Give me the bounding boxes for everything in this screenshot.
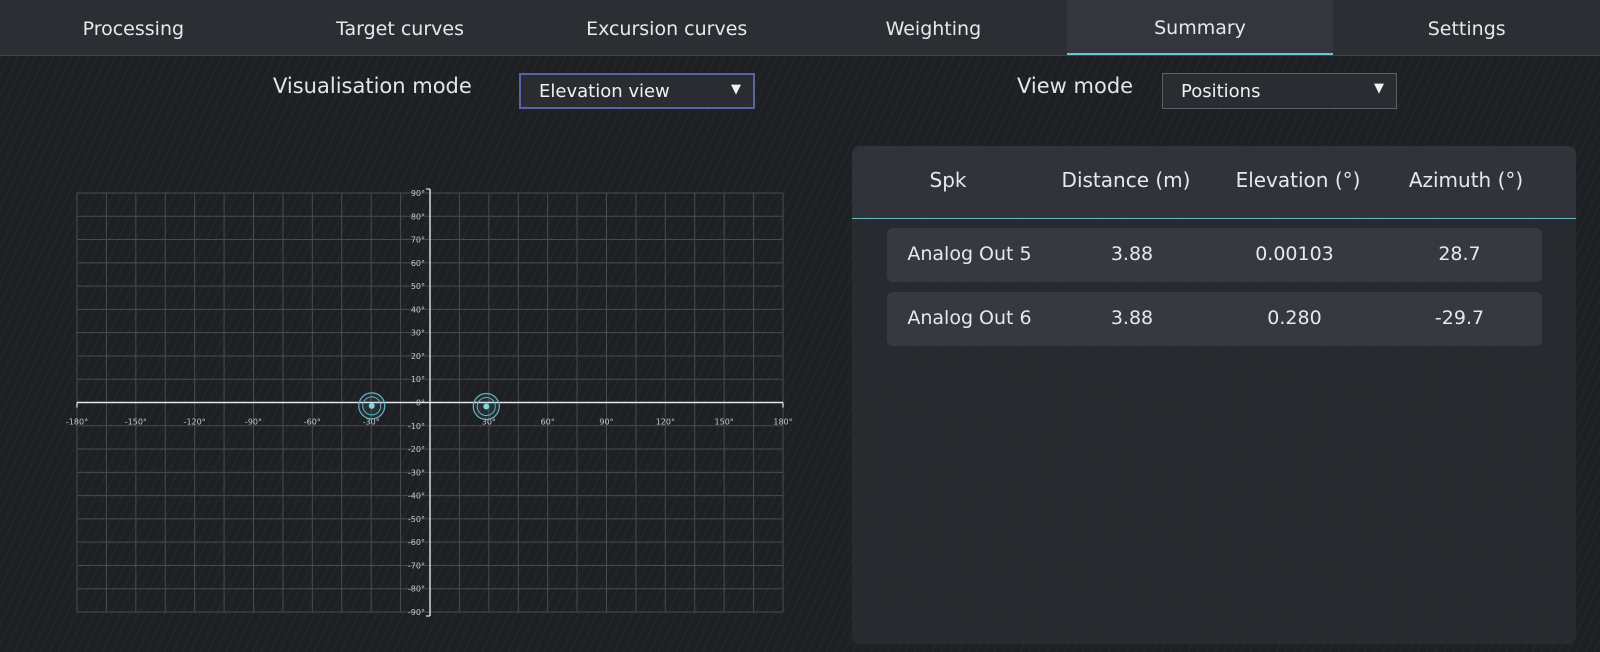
x-tick-label: 150° — [715, 418, 734, 427]
x-tick-label: -150° — [125, 418, 147, 427]
y-tick-label: -30° — [408, 468, 425, 477]
view-mode-value: Positions — [1181, 80, 1261, 102]
header-elevation: Elevation (°) — [1235, 168, 1361, 192]
y-tick-label: 90° — [411, 189, 425, 198]
y-tick-label: -60° — [408, 538, 425, 547]
cell-azimuth: -29.7 — [1434, 307, 1485, 329]
x-tick-label: -60° — [304, 418, 321, 427]
view-mode-select[interactable]: Positions ▼ — [1162, 73, 1397, 109]
tab-settings[interactable]: Settings — [1333, 0, 1600, 55]
cell-distance: 3.88 — [1110, 307, 1154, 329]
speaker-point — [368, 402, 375, 409]
y-tick-label: 10° — [411, 375, 425, 384]
y-tick-label: -50° — [408, 515, 425, 524]
y-tick-label: 60° — [411, 259, 425, 268]
y-tick-label: 40° — [411, 305, 425, 314]
view-mode-label: View mode — [1017, 74, 1134, 98]
cell-speaker: Analog Out 6 — [907, 307, 1032, 329]
chevron-down-icon: ▼ — [731, 82, 741, 97]
positions-table: Spk Distance (m) Elevation (°) Azimuth (… — [852, 146, 1576, 644]
x-tick-label: 120° — [656, 418, 675, 427]
y-tick-label: -10° — [408, 422, 425, 431]
y-tick-label: 30° — [411, 329, 425, 338]
y-tick-label: 80° — [411, 212, 425, 221]
y-tick-label: 50° — [411, 282, 425, 291]
header-spk: Spk — [929, 168, 967, 192]
visualisation-mode-label: Visualisation mode — [273, 74, 472, 98]
tab-bar: Processing Target curves Excursion curve… — [0, 0, 1600, 56]
cell-elevation: 0.00103 — [1255, 243, 1334, 265]
table-row[interactable]: Analog Out 5 3.88 0.00103 28.7 — [887, 228, 1542, 282]
tab-excursion-curves[interactable]: Excursion curves — [533, 0, 800, 55]
x-tick-label: -120° — [184, 418, 206, 427]
visualisation-mode-select[interactable]: Elevation view ▼ — [519, 73, 755, 109]
x-tick-label: 180° — [773, 418, 792, 427]
cell-azimuth: 28.7 — [1438, 243, 1481, 265]
tab-weighting[interactable]: Weighting — [800, 0, 1067, 55]
cell-elevation: 0.280 — [1267, 307, 1322, 329]
cell-distance: 3.88 — [1110, 243, 1154, 265]
x-tick-label: 90° — [599, 418, 613, 427]
y-tick-label: 70° — [411, 236, 425, 245]
tab-processing[interactable]: Processing — [0, 0, 267, 55]
speaker-point — [483, 403, 490, 410]
y-tick-label: 0° — [416, 399, 425, 408]
y-tick-label: 20° — [411, 352, 425, 361]
chevron-down-icon: ▼ — [1374, 81, 1384, 96]
y-tick-label: -20° — [408, 445, 425, 454]
x-tick-label: 60° — [541, 418, 555, 427]
y-tick-label: -90° — [408, 608, 425, 617]
visualisation-mode-value: Elevation view — [539, 80, 670, 102]
x-tick-label: -90° — [245, 418, 262, 427]
cell-speaker: Analog Out 5 — [907, 243, 1032, 265]
table-row[interactable]: Analog Out 6 3.88 0.280 -29.7 — [887, 292, 1542, 346]
x-tick-label: -180° — [66, 418, 88, 427]
header-azimuth: Azimuth (°) — [1408, 168, 1524, 192]
tab-target-curves[interactable]: Target curves — [267, 0, 534, 55]
table-header: Spk Distance (m) Elevation (°) Azimuth (… — [852, 146, 1576, 219]
elevation-plot: -180° -150° -120° -90° -60° -30° 30° 60° 90° 120°… — [66, 188, 793, 617]
y-tick-label: -40° — [408, 492, 425, 501]
tab-summary[interactable]: Summary — [1066, 0, 1334, 55]
header-distance: Distance (m) — [1061, 168, 1191, 192]
y-tick-label: -80° — [408, 585, 425, 594]
y-tick-label: -70° — [408, 561, 425, 570]
